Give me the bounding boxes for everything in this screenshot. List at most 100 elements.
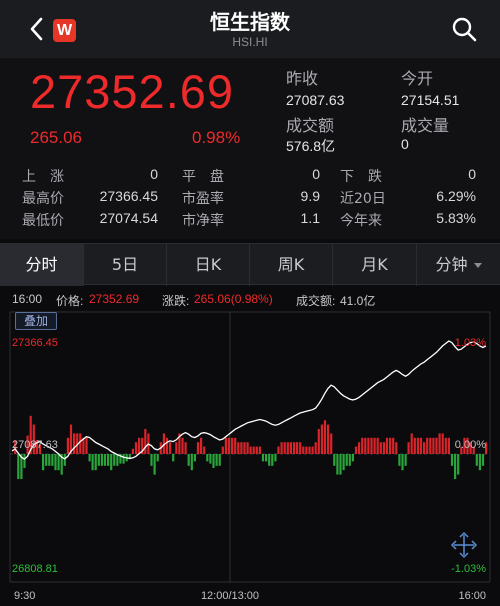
price-change: 265.06 bbox=[30, 128, 82, 147]
tab-minute-label: 分钟 bbox=[435, 255, 468, 274]
flat-count-label: 平 盘 bbox=[182, 169, 224, 185]
trade-bar bbox=[215, 454, 218, 466]
trade-bar bbox=[351, 454, 354, 462]
down-count-label: 下 跌 bbox=[340, 169, 382, 185]
trade-bar bbox=[389, 437, 392, 454]
x-label-end: 16:00 bbox=[458, 590, 486, 602]
pb-value: 1.1 bbox=[300, 210, 320, 226]
price-change-percent: 0.98% bbox=[192, 128, 241, 147]
pe-label: 市盈率 bbox=[182, 191, 224, 207]
trade-bar bbox=[181, 437, 184, 454]
overlay-button[interactable]: 叠加 bbox=[15, 312, 57, 330]
trade-bar bbox=[224, 437, 227, 454]
trade-bar bbox=[200, 437, 203, 454]
tab-minute[interactable]: 分钟 bbox=[417, 244, 500, 286]
low-value: 27074.54 bbox=[99, 210, 158, 226]
tab-5day[interactable]: 5日 bbox=[84, 244, 167, 286]
trade-bar bbox=[286, 442, 289, 454]
trade-bar bbox=[271, 454, 274, 466]
tab-weekly-k[interactable]: 周K bbox=[250, 244, 333, 286]
trade-bar bbox=[336, 454, 339, 475]
trade-bar bbox=[23, 454, 26, 468]
trade-bar bbox=[63, 454, 66, 466]
trade-bar bbox=[103, 454, 107, 466]
info-price-value: 27352.69 bbox=[89, 292, 140, 306]
fullscreen-icon[interactable] bbox=[450, 531, 478, 559]
trade-bar bbox=[444, 437, 447, 454]
trade-bar bbox=[265, 454, 268, 462]
trade-bar bbox=[392, 437, 395, 454]
info-time: 16:00 bbox=[12, 292, 43, 306]
trade-bar bbox=[311, 446, 314, 454]
info-price-label: 价格: bbox=[56, 294, 84, 308]
trade-bar bbox=[423, 442, 426, 454]
trade-bar bbox=[88, 454, 91, 462]
trade-bar bbox=[231, 437, 234, 454]
turnover-value: 576.8亿 bbox=[286, 138, 336, 154]
high-label: 最高价 bbox=[22, 191, 64, 207]
trade-bar bbox=[150, 454, 153, 466]
trade-bar bbox=[100, 454, 103, 466]
trade-bar bbox=[416, 437, 419, 454]
high-value: 27366.45 bbox=[99, 188, 158, 204]
trade-bar bbox=[57, 454, 60, 471]
trade-bar bbox=[209, 454, 212, 464]
trade-bar bbox=[193, 454, 196, 462]
open-label: 今开 bbox=[401, 69, 434, 88]
trade-bar bbox=[432, 437, 435, 454]
trade-bar bbox=[323, 420, 327, 454]
trade-bar bbox=[42, 454, 45, 471]
trade-bar bbox=[218, 454, 221, 466]
trade-bar bbox=[308, 446, 311, 454]
trade-bar bbox=[221, 446, 224, 454]
trade-bar bbox=[354, 446, 358, 454]
trade-bar bbox=[348, 454, 351, 466]
intraday-chart[interactable]: 27366.45 27087.63 26808.81 1.03% 0.00% -… bbox=[0, 310, 500, 606]
trade-bar bbox=[227, 437, 231, 454]
trade-bar bbox=[190, 454, 193, 471]
trade-bar bbox=[66, 437, 69, 454]
trade-bar bbox=[302, 446, 305, 454]
trade-bar bbox=[116, 454, 119, 466]
trade-bar bbox=[234, 437, 237, 454]
trade-bar bbox=[410, 433, 413, 454]
trade-bar bbox=[320, 424, 323, 454]
trade-bar bbox=[339, 454, 342, 475]
trade-bar bbox=[305, 446, 308, 454]
trade-bar bbox=[169, 442, 172, 454]
pct-min-label: -1.03% bbox=[451, 563, 486, 575]
down-count-value: 0 bbox=[468, 166, 476, 182]
trade-bar bbox=[73, 433, 76, 454]
trade-bar bbox=[330, 433, 333, 454]
prev-close-label: 昨收 bbox=[286, 69, 319, 88]
trade-bar bbox=[134, 442, 138, 454]
trade-bar bbox=[206, 454, 209, 462]
pct-mid-label: 0.00% bbox=[455, 439, 486, 451]
trade-bar bbox=[85, 437, 88, 454]
flat-count-value: 0 bbox=[312, 166, 320, 182]
tab-monthly-k[interactable]: 月K bbox=[333, 244, 417, 286]
tab-daily-k[interactable]: 日K bbox=[167, 244, 250, 286]
trade-bar bbox=[342, 454, 345, 471]
trade-bar bbox=[240, 442, 243, 454]
trade-bar bbox=[419, 437, 423, 454]
prev-close-value: 27087.63 bbox=[286, 92, 345, 108]
trade-bar bbox=[48, 454, 51, 466]
trade-bar bbox=[261, 454, 265, 462]
tab-intraday[interactable]: 分时 bbox=[0, 244, 84, 286]
chart-info-bar: 16:00 价格: 27352.69 涨跌: 265.06(0.98%) 成交额… bbox=[0, 288, 500, 310]
trade-bar bbox=[94, 454, 97, 471]
trade-bar bbox=[153, 454, 156, 475]
pb-label: 市净率 bbox=[182, 213, 224, 229]
d20-label: 近20日 bbox=[340, 191, 386, 207]
info-turnover-label: 成交额: bbox=[296, 294, 336, 308]
trade-bar bbox=[252, 446, 255, 454]
trade-bar bbox=[441, 433, 444, 454]
trade-bar bbox=[358, 442, 361, 454]
search-icon[interactable] bbox=[451, 16, 477, 42]
trade-bar bbox=[184, 442, 187, 454]
trade-bar bbox=[317, 429, 320, 454]
ytd-value: 5.83% bbox=[436, 210, 476, 226]
trade-bar bbox=[382, 442, 385, 454]
trade-bar bbox=[395, 442, 398, 454]
